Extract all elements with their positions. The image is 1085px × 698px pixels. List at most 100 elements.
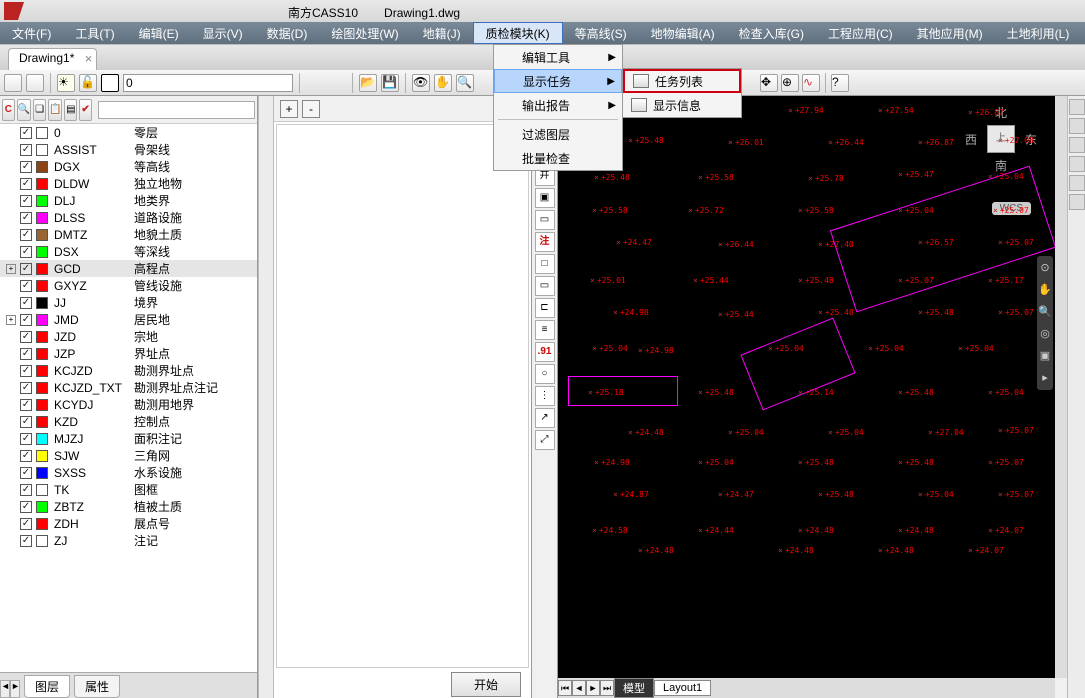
color-swatch[interactable]	[36, 195, 48, 207]
start-button[interactable]: 开始	[451, 672, 521, 697]
layer-row[interactable]: ✓JZD宗地	[0, 328, 257, 345]
expand-icon[interactable]: +	[6, 315, 16, 325]
layer-row[interactable]: ✓ASSIST骨架线	[0, 141, 257, 158]
layer-checkbox[interactable]: ✓	[20, 382, 32, 394]
layer-checkbox[interactable]: ✓	[20, 161, 32, 173]
find-icon[interactable]: 👁	[412, 74, 430, 92]
rs-icon[interactable]	[1069, 194, 1085, 210]
layer-lock-icon[interactable]: 🔓	[79, 74, 97, 92]
vt-icon[interactable]: ○	[535, 364, 555, 384]
menu-4[interactable]: 数据(D)	[255, 22, 320, 44]
layer-checkbox[interactable]: ✓	[20, 518, 32, 530]
color-swatch[interactable]	[36, 161, 48, 173]
layout-tab[interactable]: Layout1	[654, 680, 711, 696]
layer-checkbox[interactable]: ✓	[20, 484, 32, 496]
pan-icon[interactable]: ✋	[434, 74, 452, 92]
nav-wheel-icon[interactable]: ▣	[1038, 346, 1052, 366]
vt-icon[interactable]: ⊏	[535, 298, 555, 318]
layer-checkbox[interactable]: ✓	[20, 263, 32, 275]
tab-prev[interactable]: ◄	[572, 680, 586, 696]
submenu-item[interactable]: 任务列表	[623, 69, 741, 93]
color-swatch[interactable]	[36, 348, 48, 360]
rs-icon[interactable]	[1069, 175, 1085, 191]
vt-icon[interactable]: ▣	[535, 188, 555, 208]
color-swatch[interactable]	[36, 178, 48, 190]
color-swatch[interactable]	[36, 331, 48, 343]
layer-name-input[interactable]	[123, 74, 293, 92]
model-tab[interactable]: 模型	[614, 678, 654, 698]
layer-checkbox[interactable]: ✓	[20, 297, 32, 309]
layer-row[interactable]: ✓DSX等深线	[0, 243, 257, 260]
tab-first[interactable]: ⏮	[558, 680, 572, 696]
tab-layers[interactable]: 图层	[24, 675, 70, 698]
help-icon[interactable]: ?	[831, 74, 849, 92]
grip-icon[interactable]: ⊕	[781, 74, 799, 92]
tab-scroll-right[interactable]: ►	[10, 680, 20, 698]
color-swatch[interactable]	[36, 144, 48, 156]
color-swatch[interactable]	[36, 467, 48, 479]
color-swatch[interactable]	[36, 501, 48, 513]
menu-1[interactable]: 工具(T)	[63, 22, 126, 44]
color-swatch[interactable]	[36, 280, 48, 292]
layer-row[interactable]: ✓SJW三角网	[0, 447, 257, 464]
submenu-item[interactable]: 显示信息	[623, 93, 741, 117]
layer-row[interactable]: ✓KCJZD_TXT勘测界址点注记	[0, 379, 257, 396]
lp-icon[interactable]: 🔍	[17, 99, 31, 121]
layer-row[interactable]: +✓GCD高程点	[0, 260, 257, 277]
color-swatch[interactable]	[36, 127, 48, 139]
layer-row[interactable]: +✓JMD居民地	[0, 311, 257, 328]
layer-row[interactable]: ✓DLDW独立地物	[0, 175, 257, 192]
layer-checkbox[interactable]: ✓	[20, 195, 32, 207]
layer-row[interactable]: ✓KZD控制点	[0, 413, 257, 430]
layer-checkbox[interactable]: ✓	[20, 229, 32, 241]
vt-icon[interactable]: ⋮	[535, 386, 555, 406]
layer-checkbox[interactable]: ✓	[20, 365, 32, 377]
color-swatch[interactable]	[36, 246, 48, 258]
layer-checkbox[interactable]: ✓	[20, 399, 32, 411]
layer-row[interactable]: ✓ZBTZ植被土质	[0, 498, 257, 515]
color-swatch-icon[interactable]	[101, 74, 119, 92]
layer-row[interactable]: ✓GXYZ管线设施	[0, 277, 257, 294]
lp-icon[interactable]: C	[2, 99, 15, 121]
expand-button[interactable]: +	[280, 100, 298, 118]
vt-icon[interactable]: ▭	[535, 276, 555, 296]
vt-icon[interactable]: ⤢	[535, 430, 555, 450]
nav-orbit-icon[interactable]: ◎	[1038, 324, 1052, 344]
folder-open-icon[interactable]: 📂	[359, 74, 377, 92]
layer-row[interactable]: ✓JJ境界	[0, 294, 257, 311]
move-icon[interactable]: ✥	[760, 74, 778, 92]
layer-row[interactable]: ✓KCYDJ勘测用地界	[0, 396, 257, 413]
menu-11[interactable]: 工程应用(C)	[816, 22, 905, 44]
nav-bar[interactable]: ⊙ ✋ 🔍 ◎ ▣ ▸	[1037, 256, 1053, 390]
layer-row[interactable]: ✓DLSS道路设施	[0, 209, 257, 226]
layer-row[interactable]: ✓0零层	[0, 124, 257, 141]
layer-filter-input[interactable]	[98, 101, 255, 119]
dropdown-item[interactable]: 编辑工具▶	[494, 45, 622, 69]
layer-checkbox[interactable]: ✓	[20, 416, 32, 428]
dropdown-item[interactable]: 批量检查	[494, 146, 622, 170]
menu-5[interactable]: 绘图处理(W)	[319, 22, 410, 44]
color-swatch[interactable]	[36, 365, 48, 377]
nav-zoom-icon[interactable]: 🔍	[1038, 302, 1052, 322]
vt-value-icon[interactable]: .91	[535, 342, 555, 362]
tab-scroll-left[interactable]: ◄	[0, 680, 10, 698]
dropdown-item[interactable]: 输出报告▶	[494, 93, 622, 117]
layer-row[interactable]: ✓JZP界址点	[0, 345, 257, 362]
vt-icon[interactable]: □	[535, 254, 555, 274]
document-tab[interactable]: Drawing1*×	[8, 48, 97, 70]
layer-checkbox[interactable]: ✓	[20, 212, 32, 224]
close-icon[interactable]: ×	[85, 51, 93, 66]
dropdown-item[interactable]: 过滤图层	[494, 122, 622, 146]
color-swatch[interactable]	[36, 535, 48, 547]
menu-7[interactable]: 质检模块(K)	[473, 22, 563, 44]
layer-checkbox[interactable]: ✓	[20, 178, 32, 190]
menu-0[interactable]: 文件(F)	[0, 22, 63, 44]
layer-checkbox[interactable]: ✓	[20, 501, 32, 513]
rs-icon[interactable]	[1069, 137, 1085, 153]
layer-row[interactable]: ✓DGX等高线	[0, 158, 257, 175]
lp-icon[interactable]: ▤	[64, 99, 77, 121]
menu-10[interactable]: 检查入库(G)	[727, 22, 816, 44]
rs-icon[interactable]	[1069, 156, 1085, 172]
color-swatch[interactable]	[36, 212, 48, 224]
nav-compass-icon[interactable]: ⊙	[1038, 258, 1052, 278]
